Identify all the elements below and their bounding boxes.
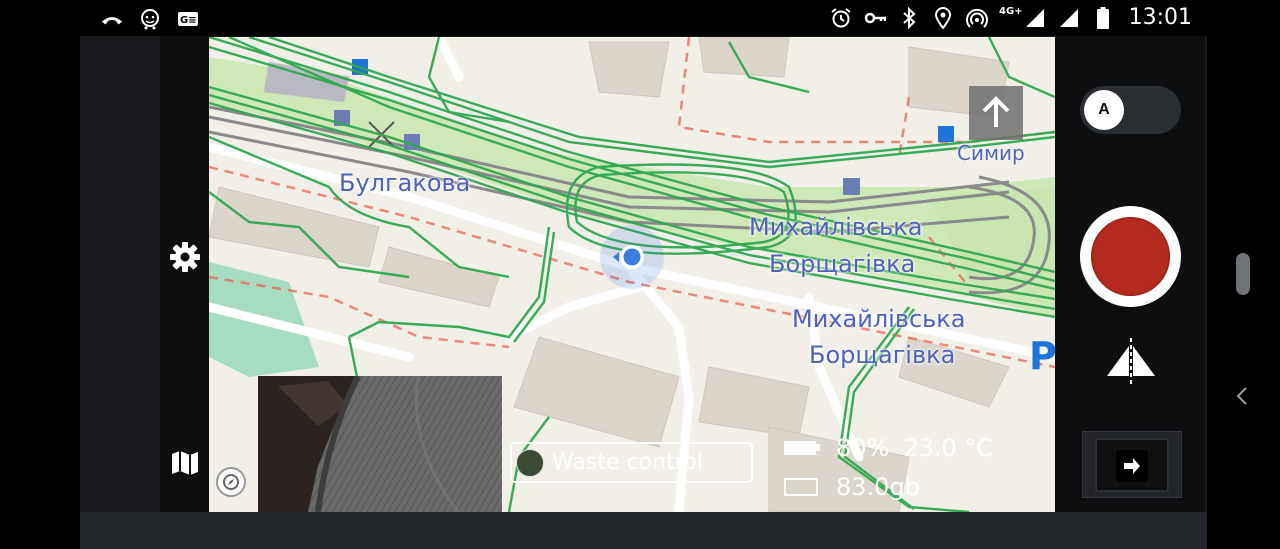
toggle-knob: A: [1084, 90, 1124, 130]
record-button[interactable]: [1080, 206, 1181, 307]
location-icon: [931, 6, 955, 30]
flip-icon: [1107, 338, 1155, 384]
signal-icon-2: [1057, 6, 1081, 30]
scroll-handle[interactable]: [1236, 253, 1250, 295]
map-attribution-icon[interactable]: [216, 467, 246, 497]
battery-icon: [784, 440, 824, 456]
storage-free: 83.0gb: [836, 472, 920, 501]
map-label-borshchahivka: Борщагівка: [769, 250, 916, 278]
svg-text:P: P: [1029, 334, 1055, 378]
battery-icon: [1091, 6, 1115, 30]
chevron-left-icon[interactable]: [1232, 384, 1252, 408]
map-label-bulgakova: Булгакова: [339, 169, 471, 197]
avatar: [516, 448, 544, 477]
ge-icon: G≡: [176, 7, 200, 31]
settings-button[interactable]: [165, 237, 205, 277]
arrow-right-icon: [1124, 458, 1140, 474]
device-stats: 80% 23.0 °C 83.0gb: [784, 428, 993, 506]
map-label-mykhailivska: Михайлівська: [749, 213, 923, 241]
exit-button[interactable]: [1116, 450, 1148, 482]
gear-icon: [170, 242, 200, 272]
status-bar: G≡ 4G+ 13:01: [0, 0, 1280, 36]
network-type: 4G+: [999, 6, 1023, 17]
auto-mode-toggle[interactable]: A: [1080, 86, 1181, 134]
alarm-icon: [829, 6, 853, 30]
battery-level: 80%: [836, 433, 890, 462]
map-button[interactable]: [165, 443, 205, 483]
clock: 13:01: [1128, 5, 1192, 30]
hotspot-icon: [965, 6, 989, 30]
storage-icon: [784, 477, 818, 496]
map-icon: [172, 451, 198, 475]
map-label-borshchahivka-2: Борщагівка: [809, 341, 956, 369]
channel-name: Waste control: [552, 450, 703, 475]
arrow-up-icon: [982, 96, 1010, 127]
signal-icon: [1023, 6, 1047, 30]
exit-button-panel[interactable]: [1082, 431, 1182, 498]
waze-icon: [138, 7, 162, 31]
flip-camera-button[interactable]: [1104, 336, 1158, 386]
temperature: 23.0 °C: [903, 433, 994, 462]
vpn-key-icon: [863, 6, 887, 30]
camera-preview[interactable]: [258, 376, 502, 512]
north-arrow-button[interactable]: [969, 86, 1023, 140]
missed-call-icon: [100, 7, 124, 31]
app-bottom-bar: [80, 512, 1207, 549]
map-label-mykhailivska-2: Михайлівська: [792, 305, 966, 333]
bluetooth-icon: [897, 6, 921, 30]
map-label-symyr: Симир: [957, 141, 1025, 165]
record-icon: [1091, 217, 1170, 296]
svg-text:G≡: G≡: [180, 15, 197, 26]
channel-name-button[interactable]: Waste control: [510, 442, 753, 483]
